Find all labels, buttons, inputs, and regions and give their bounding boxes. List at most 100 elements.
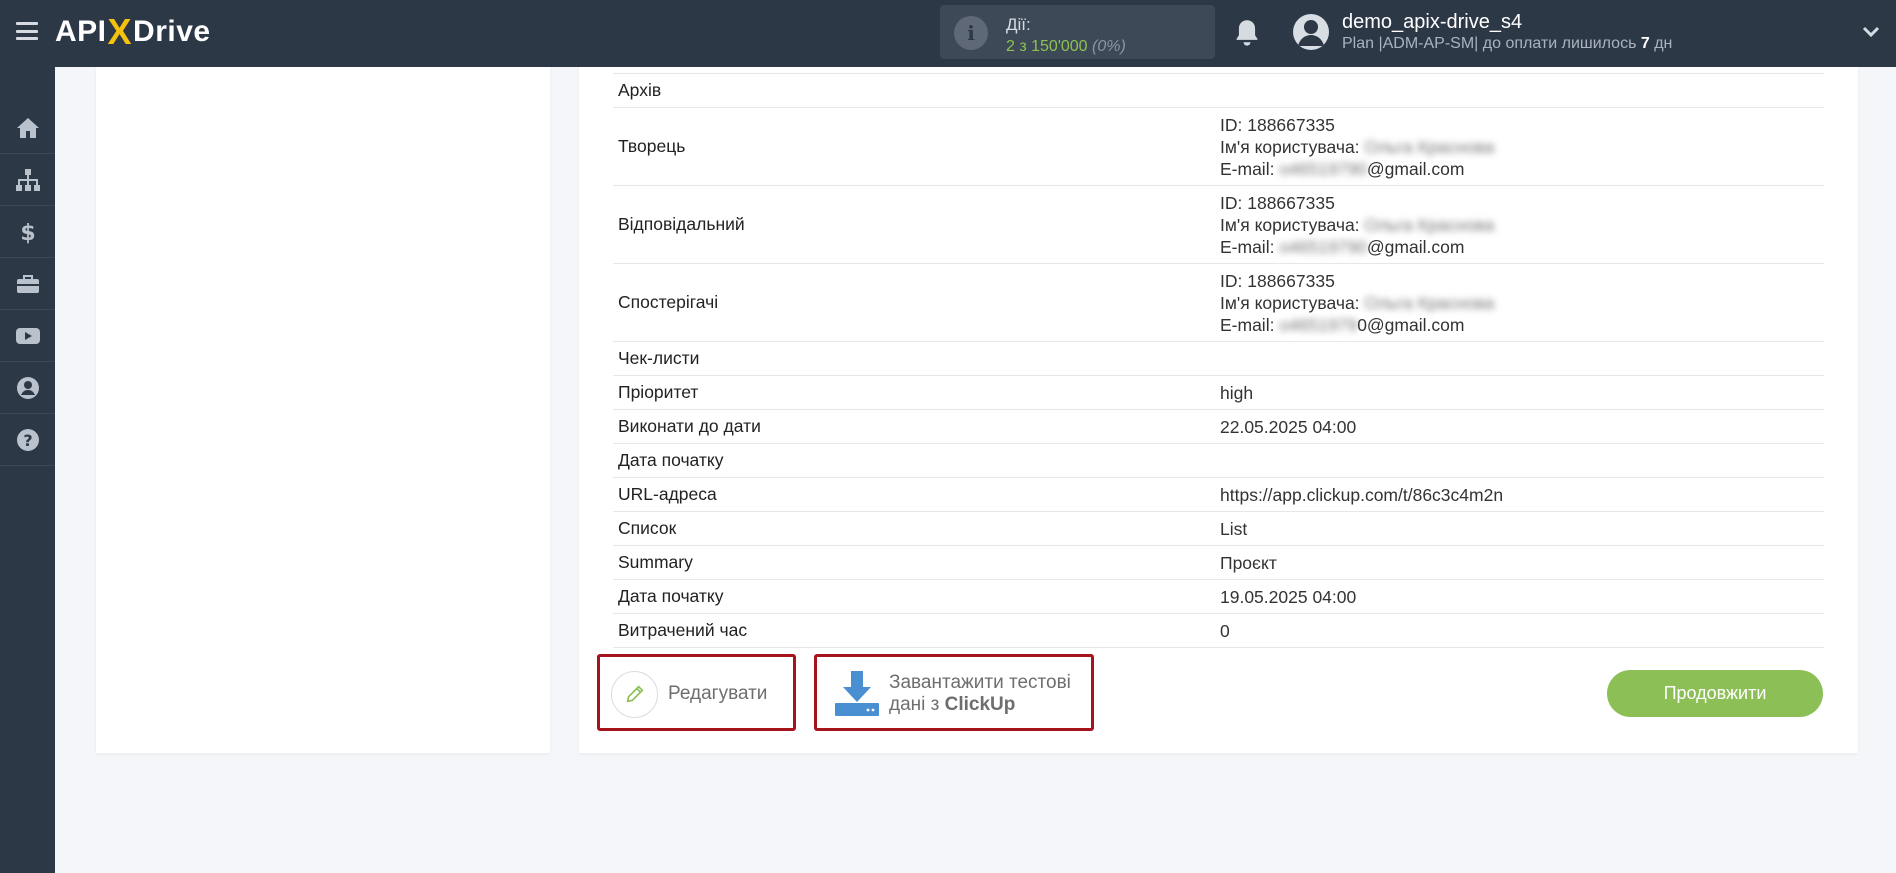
field-label: Пріоритет xyxy=(618,382,699,402)
sidebar-item-connections[interactable] xyxy=(0,154,55,206)
sidebar-item-account[interactable] xyxy=(0,362,55,414)
actions-label: Дії: xyxy=(1006,15,1031,34)
email-line: E-mail: o46519790@gmail.com xyxy=(1220,158,1465,179)
info-icon: i xyxy=(954,16,988,50)
youtube-icon xyxy=(15,327,40,344)
field-value: high xyxy=(1220,382,1254,403)
download-icon xyxy=(835,671,879,716)
svg-text:?: ? xyxy=(23,431,32,450)
email-blurred: o4651979 xyxy=(1279,314,1358,335)
sitemap-icon xyxy=(15,168,40,191)
user-plan: Plan |ADM-AP-SM| до оплати лишилось 7 дн xyxy=(1342,35,1673,52)
field-label: Спостерігачі xyxy=(618,292,719,312)
edit-label: Редагувати xyxy=(668,683,768,704)
field-label: Відповідальний xyxy=(618,214,745,234)
sidebar-item-video[interactable] xyxy=(0,310,55,362)
logo-text-right: Drive xyxy=(133,15,211,48)
sidebar-item-home[interactable] xyxy=(0,102,55,154)
table-row: Творець ID: 188667335 Ім'я користувача: … xyxy=(613,108,1824,186)
field-value: 19.05.2025 04:00 xyxy=(1220,586,1357,607)
table-row: Витрачений час 0 xyxy=(613,614,1824,648)
username-line: Ім'я користувача: Ольга Краснова xyxy=(1220,136,1495,157)
actions-counter: i Дії: 2 з 150'000 (0%) xyxy=(940,5,1215,59)
user-circle-icon xyxy=(16,376,39,399)
sidebar-item-billing[interactable]: $ xyxy=(0,206,55,258)
continue-button[interactable]: Продовжити xyxy=(1607,670,1823,717)
field-value: List xyxy=(1220,518,1248,539)
field-value: https://app.clickup.com/t/86c3c4m2n xyxy=(1220,484,1504,505)
menu-icon[interactable] xyxy=(16,22,38,40)
load-test-data-button[interactable]: Завантажити тестові дані з ClickUp xyxy=(835,668,1085,720)
svg-text:$: $ xyxy=(20,221,35,245)
field-value: 0 xyxy=(1220,620,1230,641)
email-blurred: o46519790 xyxy=(1279,236,1367,257)
email-line: E-mail: o46519790@gmail.com xyxy=(1220,314,1465,335)
bell-icon[interactable] xyxy=(1233,18,1261,48)
field-label: Дата початку xyxy=(618,450,724,470)
chevron-down-icon[interactable] xyxy=(1862,26,1880,38)
load-label: Завантажити тестові дані з ClickUp xyxy=(889,672,1071,715)
table-row: Дата початку 19.05.2025 04:00 xyxy=(613,580,1824,614)
field-value: ID: 188667335 Ім'я користувача: Ольга Кр… xyxy=(1220,186,1824,263)
field-label: Витрачений час xyxy=(618,620,748,640)
top-bar: API X Drive i Дії: 2 з 150'000 (0%) demo_a… xyxy=(0,0,1896,67)
user-id: ID: 188667335 xyxy=(1220,114,1335,135)
logo-x: X xyxy=(107,11,133,52)
actions-percent: (0%) xyxy=(1092,38,1126,55)
dollar-icon: $ xyxy=(20,221,35,245)
sidebar: $ ? xyxy=(0,67,55,873)
field-label: Чек-листи xyxy=(618,348,700,368)
test-data-panel: Архів Творець ID: 188667335 Ім'я користу… xyxy=(579,67,1858,753)
table-row: Список List xyxy=(613,512,1824,546)
field-value xyxy=(1220,74,1824,107)
field-value: 22.05.2025 04:00 xyxy=(1220,416,1357,437)
table-row: Відповідальний ID: 188667335 Ім'я корист… xyxy=(613,186,1824,264)
email-blurred: o46519790 xyxy=(1279,158,1367,179)
edit-button[interactable]: Редагувати xyxy=(611,669,781,719)
username-line: Ім'я користувача: Ольга Краснова xyxy=(1220,214,1495,235)
field-value: ID: 188667335 Ім'я користувача: Ольга Кр… xyxy=(1220,264,1824,341)
field-value xyxy=(1220,342,1824,375)
table-row: Спостерігачі ID: 188667335 Ім'я користув… xyxy=(613,264,1824,342)
sidebar-item-help[interactable]: ? xyxy=(0,414,55,466)
field-label: URL-адреса xyxy=(618,484,717,504)
table-row: URL-адреса https://app.clickup.com/t/86c… xyxy=(613,478,1824,512)
table-row: Чек-листи xyxy=(613,342,1824,376)
field-label: Творець xyxy=(618,136,686,156)
briefcase-icon xyxy=(16,274,39,293)
username-line: Ім'я користувача: Ольга Краснова xyxy=(1220,292,1495,313)
table-row: Дата початку xyxy=(613,444,1824,478)
pencil-icon xyxy=(626,685,644,703)
field-value: Проєкт xyxy=(1220,552,1277,573)
left-panel xyxy=(96,67,550,753)
apix-drive-logo[interactable]: API X Drive xyxy=(55,11,211,52)
field-label: Архів xyxy=(618,80,662,100)
user-name[interactable]: demo_apix-drive_s4 xyxy=(1342,11,1522,34)
username-blurred: Ольга Краснова xyxy=(1364,292,1495,313)
field-label: Список xyxy=(618,518,677,538)
table-row: Summary Проєкт xyxy=(613,546,1824,580)
test-data-table: Архів Творець ID: 188667335 Ім'я користу… xyxy=(613,73,1824,648)
table-row: Виконати до дати 22.05.2025 04:00 xyxy=(613,410,1824,444)
field-value xyxy=(1220,444,1824,477)
field-value: ID: 188667335 Ім'я користувача: Ольга Кр… xyxy=(1220,108,1824,185)
table-row: Архів xyxy=(613,74,1824,108)
logo-text-left: API xyxy=(55,15,107,48)
plan-days: 7 xyxy=(1640,35,1650,52)
field-label: Summary xyxy=(618,552,693,572)
email-line: E-mail: o46519790@gmail.com xyxy=(1220,236,1465,257)
help-icon: ? xyxy=(16,428,39,451)
avatar[interactable] xyxy=(1293,14,1329,50)
actions-count: 2 з 150'000 (0%) xyxy=(1006,38,1126,55)
field-label: Дата початку xyxy=(618,586,724,606)
sidebar-item-services[interactable] xyxy=(0,258,55,310)
service-name: ClickUp xyxy=(944,694,1016,715)
username-blurred: Ольга Краснова xyxy=(1364,214,1495,235)
user-id: ID: 188667335 xyxy=(1220,192,1335,213)
user-id: ID: 188667335 xyxy=(1220,270,1335,291)
username-blurred: Ольга Краснова xyxy=(1364,136,1495,157)
pencil-icon-circle xyxy=(611,670,658,718)
field-label: Виконати до дати xyxy=(618,416,761,436)
table-row: Пріоритет high xyxy=(613,376,1824,410)
home-icon xyxy=(16,117,39,138)
